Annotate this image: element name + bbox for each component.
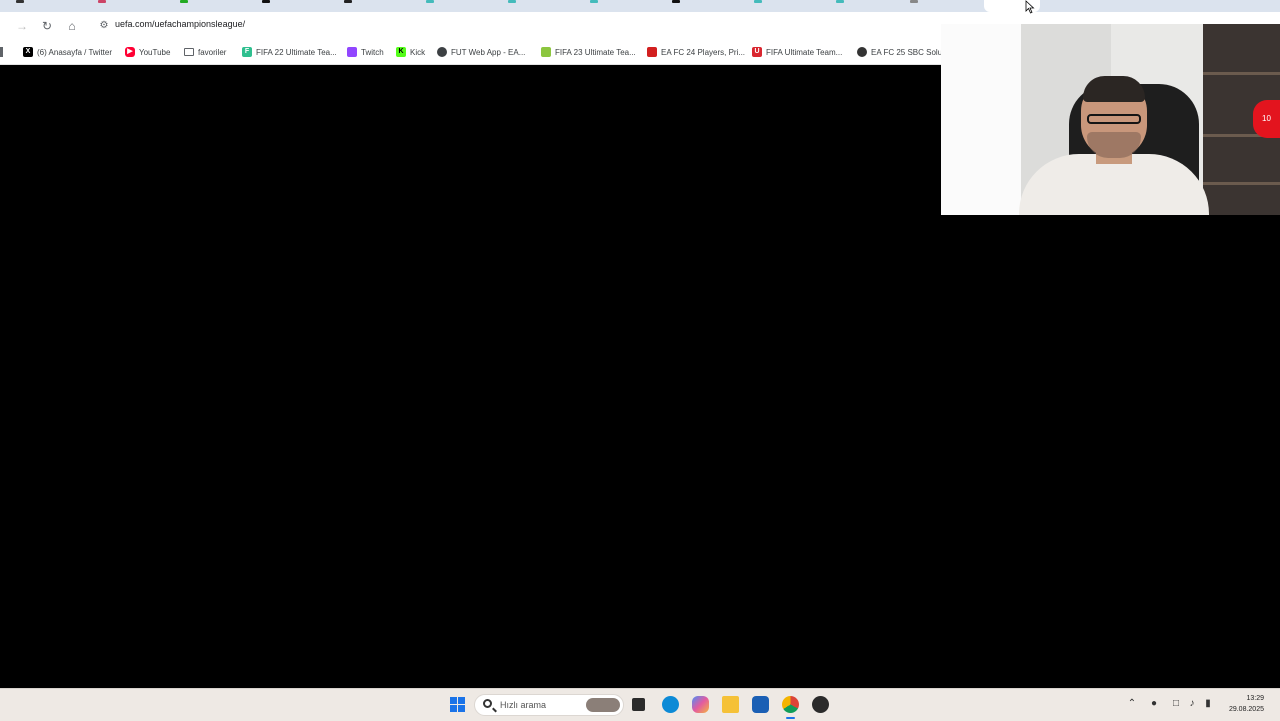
tab-strip [0,0,1280,12]
edge-icon[interactable] [662,696,679,713]
ea-icon [437,47,447,57]
bookmark-twitter[interactable]: X (6) Anasayfa / Twitter [23,44,112,60]
futwiz-icon [541,47,551,57]
volume-icon[interactable]: ♪ [1186,698,1198,710]
bookmark-fifa23[interactable]: FIFA 23 Ultimate Tea... [541,44,636,60]
u-icon: U [752,47,762,57]
url-text[interactable]: uefa.com/uefachampionsleague/ [115,19,245,29]
tab-favicon[interactable] [262,0,270,3]
bookmark-fifa-ut[interactable]: U FIFA Ultimate Team... [752,44,842,60]
futbin-icon: F [242,47,252,57]
tab-favicon[interactable] [344,0,352,3]
system-clock[interactable]: 13:29 29.08.2025 [1229,693,1264,715]
bookmark-fc25-sbc[interactable]: EA FC 25 SBC Solut [857,44,944,60]
twitch-icon [347,47,357,57]
apps-icon[interactable] [0,47,3,57]
bookmark-youtube[interactable]: ▶ YouTube [125,44,170,60]
webcam-overlay: 10 [941,24,1280,215]
battery-icon[interactable]: ▮ [1202,698,1214,710]
tab-favicon[interactable] [426,0,434,3]
tab-favicon[interactable] [98,0,106,3]
bookmark-label: EA FC 25 SBC Solut [871,47,945,57]
forward-icon[interactable]: → [12,16,32,36]
bookmark-kick[interactable]: K Kick [396,44,425,60]
bookmark-label: EA FC 24 Players, Pri... [661,47,746,57]
bookmark-folder-favoriler[interactable]: favoriler [184,44,226,60]
x-icon: X [23,47,33,57]
tab-favicon[interactable] [590,0,598,3]
address-bar[interactable]: ⚙ uefa.com/uefachampionsleague/ [92,15,942,37]
clock-date: 29.08.2025 [1228,706,1264,713]
webcam-person-glasses [1087,114,1141,124]
youtube-icon: ▶ [125,47,135,57]
bookmark-label: FUT Web App - EA... [451,47,526,57]
tab-favicon[interactable] [672,0,680,3]
task-view-icon[interactable] [632,698,645,711]
webcam-red-badge: 10 [1253,100,1280,138]
recorder-icon[interactable] [812,696,829,713]
bookmark-fifa22[interactable]: F FIFA 22 Ultimate Tea... [242,44,337,60]
search-placeholder: Hızlı arama [500,700,547,710]
tab-favicon[interactable] [180,0,188,3]
folder-icon [184,48,194,56]
search-highlight-icon [586,698,620,712]
file-explorer-icon[interactable] [722,696,739,713]
clock-time: 13:29 [1246,695,1264,702]
webcam-window-background [941,24,1021,215]
futbin-red-icon [647,47,657,57]
chrome-icon[interactable] [782,696,799,719]
webcam-person-hair [1083,76,1145,102]
tab-favicon[interactable] [836,0,844,3]
reload-icon[interactable]: ↻ [37,16,57,36]
bookmark-fut-web-app[interactable]: FUT Web App - EA... [437,44,525,60]
webcam-shelf-board [1203,72,1280,75]
mouse-cursor-icon [1025,0,1035,14]
bookmark-label: Kick [410,47,426,57]
tab-favicon[interactable] [754,0,762,3]
search-icon [483,699,492,708]
tab-favicon[interactable] [910,0,918,3]
copilot-icon[interactable] [692,696,709,713]
sbc-icon [857,47,867,57]
taskbar-search[interactable]: Hızlı arama [474,694,624,716]
tab-favicon[interactable] [508,0,516,3]
bookmark-fc24[interactable]: EA FC 24 Players, Pri... [647,44,745,60]
network-icon[interactable]: □ [1170,698,1182,710]
bookmark-twitch[interactable]: Twitch [347,44,384,60]
site-info-icon[interactable]: ⚙ [96,18,112,34]
bookmark-label: FIFA 22 Ultimate Tea... [256,47,337,57]
bookmark-label: favoriler [198,47,227,57]
taskbar: Hızlı arama ⌃ ● □ ♪ ▮ 13:29 29.08.2025 [0,688,1280,721]
webcam-shelf-board [1203,182,1280,185]
bookmark-label: FIFA 23 Ultimate Tea... [555,47,636,57]
chevron-up-icon[interactable]: ⌃ [1126,698,1138,710]
store-icon[interactable] [752,696,769,713]
windows-start-icon[interactable] [450,697,465,712]
bookmark-label: (6) Anasayfa / Twitter [37,47,112,57]
home-icon[interactable]: ⌂ [62,16,82,36]
microphone-icon[interactable]: ● [1148,698,1160,710]
bookmark-label: Twitch [361,47,384,57]
bookmark-label: FIFA Ultimate Team... [766,47,843,57]
kick-icon: K [396,47,406,57]
tab-favicon[interactable] [16,0,24,3]
bookmark-label: YouTube [139,47,171,57]
